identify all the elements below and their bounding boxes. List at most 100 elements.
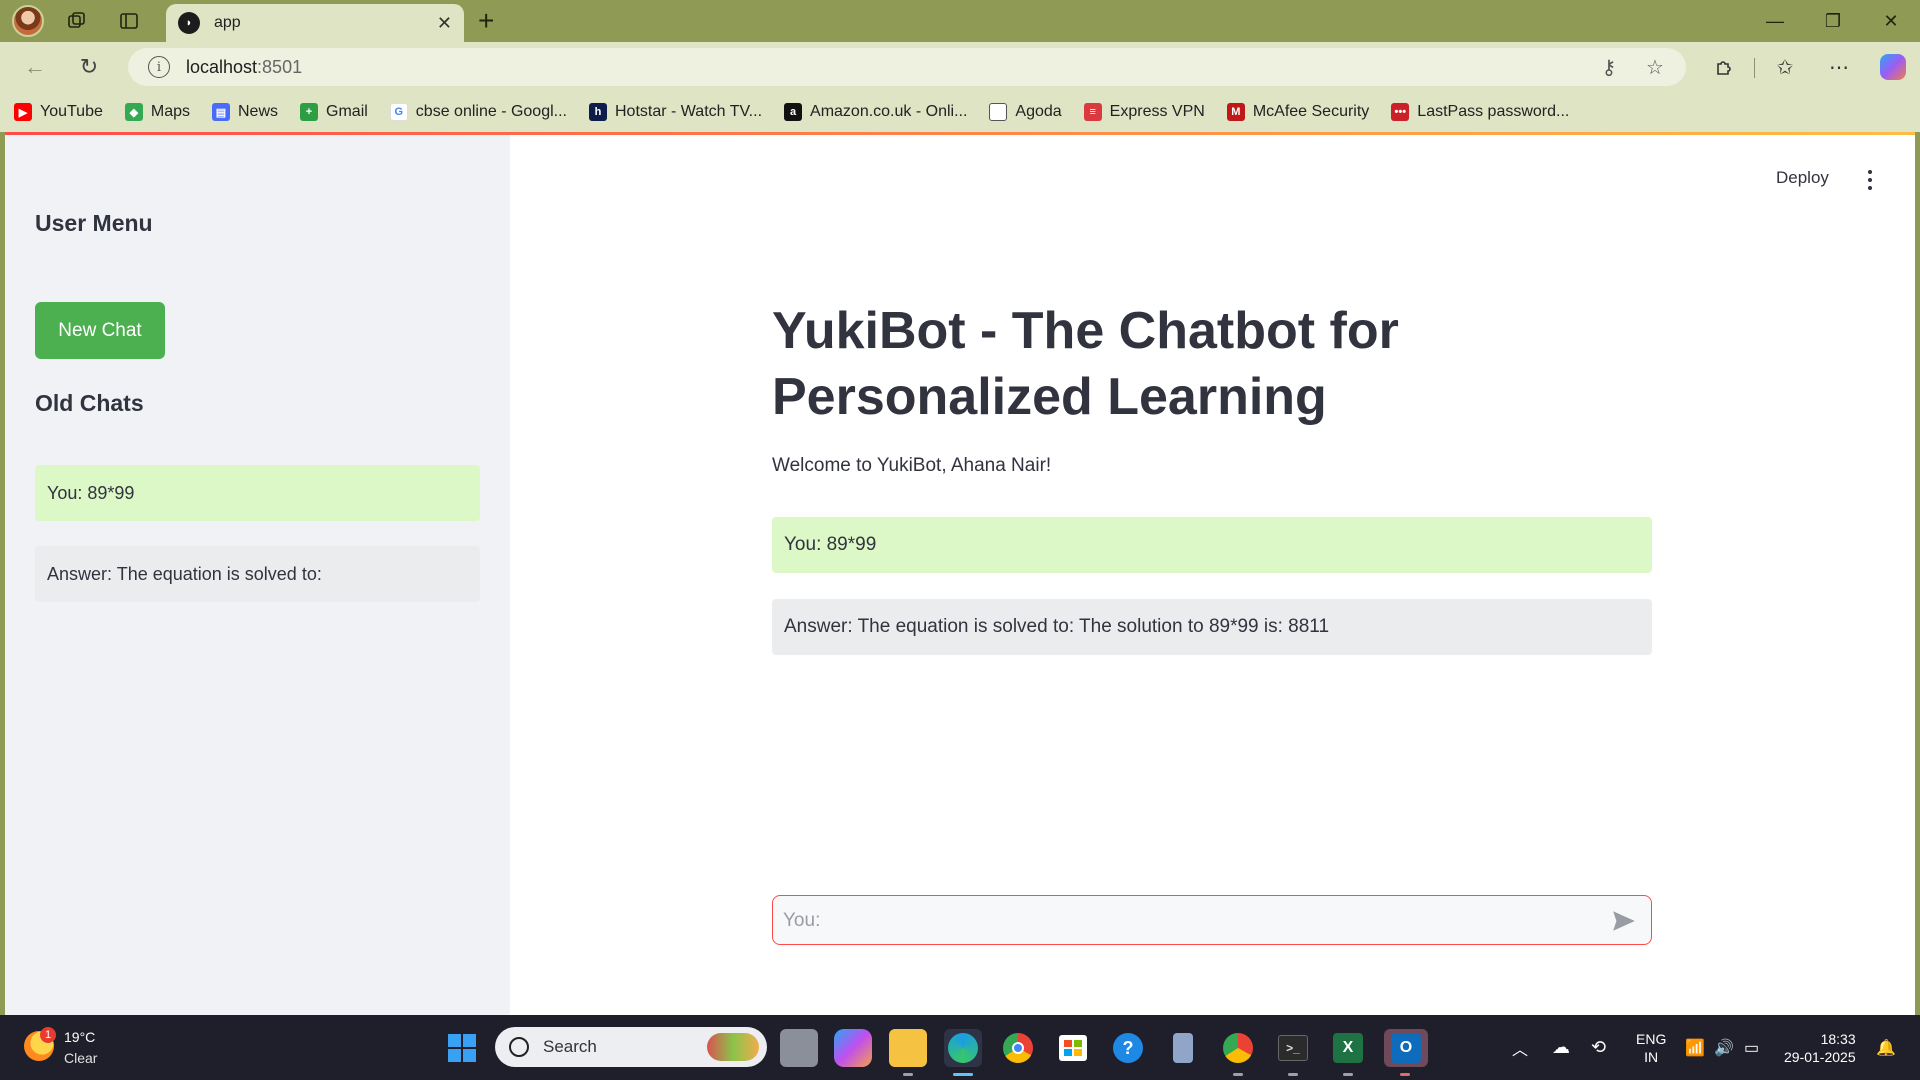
lang-top: ENG	[1636, 1030, 1667, 1047]
clock[interactable]: 18:33 29-01-2025	[1784, 1015, 1856, 1080]
vertical-tabs-icon[interactable]	[114, 6, 144, 36]
file-explorer-icon[interactable]	[889, 1029, 927, 1067]
new-tab-icon[interactable]: +	[478, 6, 494, 36]
key-icon[interactable]: ⚷	[1596, 54, 1622, 80]
chat-input-box[interactable]	[772, 895, 1652, 945]
site-info-icon[interactable]: i	[148, 56, 170, 78]
refresh-icon[interactable]: ↻	[74, 52, 104, 82]
chat-input[interactable]	[783, 906, 1583, 936]
battery-icon[interactable]: ▭	[1744, 1015, 1759, 1080]
lastpass-icon: •••	[1391, 103, 1410, 121]
old-chat-bot-message[interactable]: Answer: The equation is solved to:	[35, 546, 480, 602]
weather-temperature[interactable]: 19°C	[64, 1029, 95, 1045]
send-icon[interactable]	[1611, 908, 1637, 934]
deploy-button[interactable]: Deploy	[1776, 168, 1829, 188]
document-icon	[989, 103, 1008, 121]
help-icon[interactable]: ?	[1109, 1029, 1147, 1067]
news-icon: ▤	[212, 103, 230, 121]
language-indicator[interactable]: ENG IN	[1636, 1015, 1666, 1080]
old-chat-user-message[interactable]: You: 89*99	[35, 465, 480, 521]
bookmark-lastpass[interactable]: ••• LastPass password...	[1391, 103, 1569, 121]
more-options-icon[interactable]: ⋯	[1824, 52, 1854, 82]
streamlit-favicon-icon: ◗	[178, 12, 200, 34]
browser-tab-app[interactable]: ◗ app ✕	[166, 4, 464, 42]
url-port: :8501	[257, 57, 303, 77]
bookmark-gmail[interactable]: + Gmail	[300, 103, 368, 121]
bookmark-news[interactable]: ▤ News	[212, 103, 278, 121]
close-window-icon[interactable]: ✕	[1868, 6, 1914, 36]
terminal-indicator	[1288, 1073, 1298, 1076]
search-label: Search	[543, 1037, 597, 1056]
store-icon[interactable]	[1054, 1029, 1092, 1067]
chrome-icon[interactable]	[999, 1029, 1037, 1067]
onedrive-icon[interactable]: ☁	[1552, 1015, 1570, 1080]
favorite-star-icon[interactable]: ☆	[1642, 54, 1668, 80]
weather-badge: 1	[40, 1027, 56, 1043]
search-highlight-icon	[707, 1033, 759, 1061]
lang-bottom: IN	[1644, 1048, 1659, 1065]
copilot-app-icon[interactable]	[834, 1029, 872, 1067]
chrome-profile-icon[interactable]	[1219, 1029, 1257, 1067]
bookmark-agoda[interactable]: Agoda	[989, 103, 1062, 121]
address-bar[interactable]: i localhost:8501 ⚷ ☆	[128, 48, 1686, 86]
outlook-icon[interactable]: O	[1384, 1029, 1428, 1067]
hotstar-icon: h	[589, 103, 607, 121]
bookmark-maps[interactable]: ◆ Maps	[124, 103, 190, 121]
app-page: User Menu New Chat Old Chats You: 89*99 …	[5, 132, 1915, 1015]
tab-title: app	[214, 14, 241, 31]
weather-description[interactable]: Clear	[64, 1050, 97, 1066]
edge-icon[interactable]	[944, 1029, 982, 1067]
page-title: YukiBot - The Chatbot for Personalized L…	[772, 302, 1399, 426]
bookmark-mcafee[interactable]: M McAfee Security	[1226, 103, 1369, 121]
show-hidden-icons[interactable]: ︿	[1512, 1015, 1528, 1080]
sidebar: User Menu New Chat Old Chats You: 89*99 …	[5, 135, 510, 1015]
browser-toolbar: ← ↻ i localhost:8501 ⚷ ☆ ✩ ⋯	[0, 42, 1920, 92]
sync-icon[interactable]: ⟲	[1591, 1015, 1606, 1080]
outlook-indicator	[1400, 1073, 1410, 1076]
bookmark-cbse[interactable]: Gcbse online - Googl...	[389, 103, 567, 121]
bookmarks-bar: ▶ YouTube ◆ Maps ▤ News + Gmail Gcbse online…	[0, 92, 1920, 132]
back-arrow-icon[interactable]: ←	[20, 52, 50, 82]
chat-bot-message: Answer: The equation is solved to: The s…	[772, 599, 1652, 655]
volume-icon[interactable]: 🔊	[1714, 1015, 1734, 1080]
task-view-icon[interactable]	[780, 1029, 818, 1067]
excel-icon[interactable]: X	[1329, 1029, 1367, 1067]
bookmark-expressvpn[interactable]: ≡ Express VPN	[1083, 103, 1205, 121]
profile-avatar[interactable]	[12, 5, 44, 37]
tab-close-icon[interactable]: ✕	[437, 13, 452, 34]
clock-date: 29-01-2025	[1784, 1048, 1856, 1065]
gmail-icon: +	[300, 103, 319, 121]
search-icon	[509, 1037, 529, 1057]
user-menu-heading: User Menu	[35, 210, 153, 236]
taskbar: 1 19°C Clear Search ? >_ X O ︿ ☁ ⟲ ENG I…	[0, 1015, 1920, 1080]
terminal-icon[interactable]: >_	[1274, 1029, 1312, 1067]
extensions-icon[interactable]	[1709, 52, 1739, 82]
address-url[interactable]: localhost:8501	[186, 57, 302, 78]
notification-bell-icon[interactable]: 🔔	[1876, 1015, 1896, 1080]
bookmark-amazon[interactable]: a Amazon.co.uk - Onli...	[784, 103, 967, 121]
chat-user-message: You: 89*99	[772, 517, 1652, 573]
url-host: localhost	[186, 57, 258, 77]
file-explorer-indicator	[903, 1073, 913, 1076]
taskbar-search[interactable]: Search	[495, 1027, 767, 1067]
start-icon[interactable]	[443, 1029, 481, 1067]
favorites-icon[interactable]: ✩	[1770, 52, 1800, 82]
copilot-icon[interactable]	[1878, 52, 1908, 82]
excel-indicator	[1343, 1073, 1353, 1076]
amazon-icon: a	[784, 103, 803, 121]
main-menu-icon[interactable]	[1860, 168, 1880, 192]
bookmark-youtube[interactable]: ▶ YouTube	[14, 103, 103, 121]
browser-titlebar: ◗ app ✕ + — ❐ ✕	[0, 0, 1920, 42]
bookmark-hotstar[interactable]: h Hotstar - Watch TV...	[589, 103, 762, 121]
restore-icon[interactable]: ❐	[1810, 6, 1856, 36]
phone-link-icon[interactable]	[1164, 1029, 1202, 1067]
mcafee-icon: M	[1226, 103, 1245, 121]
google-icon: G	[389, 103, 408, 121]
new-chat-button[interactable]: New Chat	[35, 302, 165, 359]
workspaces-icon[interactable]	[62, 6, 92, 36]
toolbar-divider	[1754, 58, 1755, 78]
minimize-icon[interactable]: —	[1752, 6, 1798, 36]
old-chats-heading: Old Chats	[35, 390, 144, 416]
expressvpn-icon: ≡	[1083, 103, 1102, 121]
wifi-icon[interactable]: 📶	[1685, 1015, 1705, 1080]
